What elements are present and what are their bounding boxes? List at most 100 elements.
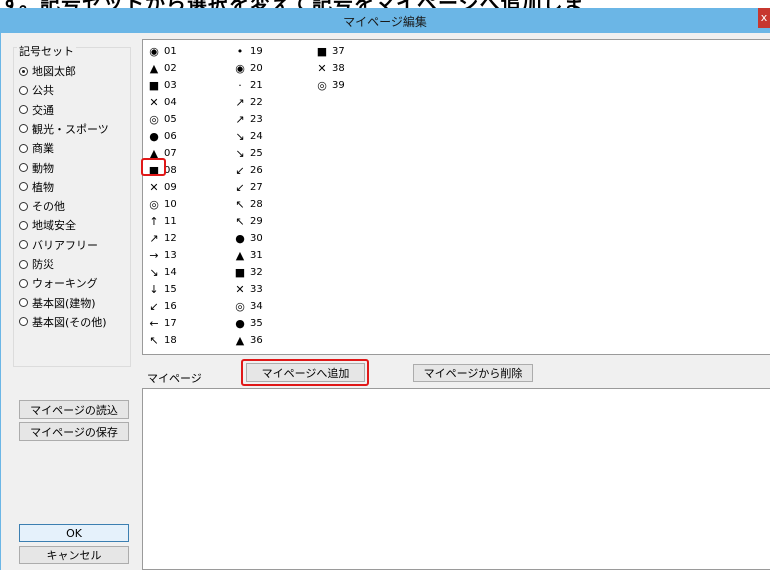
save-mypage-button[interactable]: マイページの保存 <box>19 422 129 441</box>
radio-circle-icon[interactable] <box>19 66 28 76</box>
symbol-list-area[interactable]: ◉ 01 ▲ 02 ■ 03 ✕ 04 ◎ 05 ● 06 ▲ 07 ■ 08 ✕ 09 ◎ 10 ↑ 11 ↗ 12 → 13 ↘… <box>141 39 770 355</box>
symbol-set-option[interactable]: 観光・スポーツ <box>19 120 109 138</box>
symbol-set-option[interactable]: その他 <box>19 197 65 215</box>
symbol-item[interactable]: ◉ 20 <box>233 60 263 76</box>
symbol-item[interactable]: ◎ 10 <box>147 196 177 212</box>
arrow-down-right-icon: ↘ <box>235 146 245 160</box>
symbol-item[interactable]: ↙ 26 <box>233 162 262 178</box>
symbol-item[interactable]: ◎ 05 <box>147 111 177 127</box>
symbol-item[interactable]: ↗ 23 <box>233 111 262 127</box>
radio-circle-icon[interactable] <box>19 298 28 308</box>
radio-circle-icon[interactable] <box>19 240 28 250</box>
square-icon: ■ <box>316 44 328 58</box>
symbol-set-option[interactable]: 地域安全 <box>19 216 76 234</box>
symbol-set-option[interactable]: バリアフリー <box>19 236 98 254</box>
symbol-set-option[interactable]: 交通 <box>19 101 54 119</box>
symbol-item[interactable]: ↑ 11 <box>147 213 176 229</box>
symbol-item[interactable]: ▲ 36 <box>233 332 263 348</box>
symbol-item[interactable]: ◎ 39 <box>315 77 345 93</box>
symbol-set-option[interactable]: 公共 <box>19 81 54 99</box>
symbol-item[interactable]: ↓ 15 <box>147 281 176 297</box>
symbol-number: 20 <box>250 62 263 74</box>
symbol-item[interactable]: ◎ 34 <box>233 298 263 314</box>
arrow-left-up-icon: ↖ <box>235 197 245 211</box>
symbol-item[interactable]: ■ 32 <box>233 264 263 280</box>
symbol-item[interactable]: ■ 37 <box>315 43 345 59</box>
load-mypage-button[interactable]: マイページの読込 <box>19 400 129 419</box>
symbol-set-option-label: 観光・スポーツ <box>32 122 109 136</box>
symbol-item[interactable]: · 21 <box>233 77 263 93</box>
symbol-item[interactable]: ✕ 33 <box>233 281 262 297</box>
symbol-number: 06 <box>164 130 177 142</box>
symbol-set-option[interactable]: 植物 <box>19 178 54 196</box>
mypage-list-area[interactable] <box>142 388 770 570</box>
symbol-item[interactable]: → 13 <box>147 247 176 263</box>
cancel-button[interactable]: キャンセル <box>19 546 129 564</box>
arrow-up-left-icon: ↖ <box>235 214 245 228</box>
symbol-set-option-label: 基本図(その他) <box>32 315 107 329</box>
symbol-item[interactable]: ← 17 <box>147 315 176 331</box>
symbol-set-option-label: 商業 <box>32 142 54 156</box>
symbol-item[interactable]: ▲ 31 <box>233 247 263 263</box>
symbol-item[interactable]: ↙ 27 <box>233 179 262 195</box>
symbol-item[interactable]: ↙ 16 <box>147 298 176 314</box>
symbol-number: 34 <box>250 300 263 312</box>
symbol-set-option[interactable]: 動物 <box>19 159 54 177</box>
symbol-item[interactable]: ↖ 18 <box>147 332 176 348</box>
ok-button[interactable]: OK <box>19 524 129 542</box>
radio-circle-icon[interactable] <box>19 85 28 95</box>
large-cross-icon: ✕ <box>317 61 327 75</box>
symbol-item[interactable]: ↗ 12 <box>147 230 177 246</box>
symbol-set-option-label: 植物 <box>32 180 54 194</box>
symbol-set-option[interactable]: 基本図(建物) <box>19 294 96 312</box>
symbol-item[interactable]: ✕ 04 <box>147 94 176 110</box>
symbol-set-option-label: 公共 <box>32 84 54 98</box>
arrow-right-up-icon: ↗ <box>235 112 245 126</box>
symbol-item[interactable]: ■ 03 <box>147 77 177 93</box>
arrow-up-right-icon: ↗ <box>149 231 159 245</box>
symbol-set-option[interactable]: ウォーキング <box>19 274 98 292</box>
symbol-item[interactable]: ▲ 02 <box>147 60 177 76</box>
symbol-set-option[interactable]: 防災 <box>19 255 54 273</box>
large-cross-icon: ✕ <box>149 180 159 194</box>
symbol-item[interactable]: ● 30 <box>233 230 263 246</box>
close-button[interactable]: x <box>758 8 770 28</box>
radio-circle-icon[interactable] <box>19 143 28 153</box>
symbol-set-option[interactable]: 基本図(その他) <box>19 313 107 331</box>
symbol-item[interactable]: ↘ 25 <box>233 145 262 161</box>
remove-from-mypage-button[interactable]: マイページから削除 <box>413 364 533 382</box>
symbol-number: 03 <box>164 79 177 91</box>
triangle-icon: ▲ <box>149 61 159 75</box>
symbol-number: 28 <box>250 198 263 210</box>
radio-circle-icon[interactable] <box>19 278 28 288</box>
symbol-number: 21 <box>250 79 263 91</box>
symbol-number: 09 <box>164 181 177 193</box>
symbol-item[interactable]: • 19 <box>233 43 263 59</box>
symbol-item[interactable]: ◉ 01 <box>147 43 177 59</box>
symbol-item[interactable]: ✕ 38 <box>315 60 344 76</box>
radio-circle-icon[interactable] <box>19 124 28 134</box>
symbol-number: 07 <box>164 147 177 159</box>
cross-icon: ✕ <box>235 282 245 296</box>
radio-circle-icon[interactable] <box>19 317 28 327</box>
symbol-number: 30 <box>250 232 263 244</box>
symbol-item[interactable]: ✕ 09 <box>147 179 177 195</box>
symbol-number: 24 <box>250 130 263 142</box>
radio-circle-icon[interactable] <box>19 163 28 172</box>
radio-circle-icon[interactable] <box>19 105 28 115</box>
symbol-item[interactable]: ● 06 <box>147 128 177 144</box>
tiny-dot-icon: · <box>238 78 242 92</box>
radio-circle-icon[interactable] <box>19 259 28 269</box>
symbol-item[interactable]: ↘ 14 <box>147 264 176 280</box>
radio-circle-icon[interactable] <box>19 201 28 211</box>
symbol-item[interactable]: ↖ 28 <box>233 196 263 212</box>
symbol-item[interactable]: ● 35 <box>233 315 263 331</box>
symbol-number: 12 <box>164 232 177 244</box>
symbol-set-option[interactable]: 地図太郎 <box>19 62 76 80</box>
symbol-set-option[interactable]: 商業 <box>19 139 54 157</box>
symbol-item[interactable]: ↘ 24 <box>233 128 263 144</box>
symbol-item[interactable]: ↖ 29 <box>233 213 262 229</box>
radio-circle-icon[interactable] <box>19 182 28 192</box>
radio-circle-icon[interactable] <box>19 220 28 230</box>
symbol-item[interactable]: ↗ 22 <box>233 94 262 110</box>
